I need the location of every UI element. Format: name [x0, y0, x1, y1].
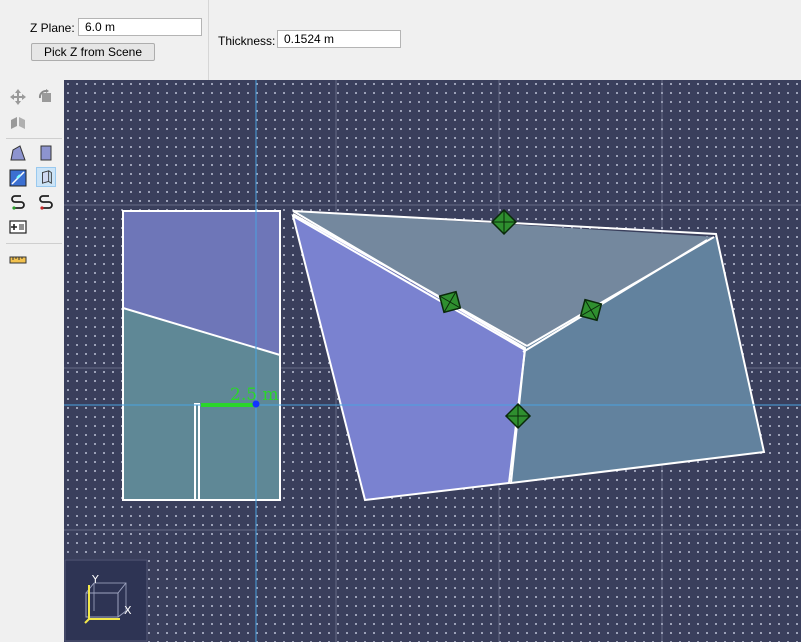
move-icon[interactable]: [8, 87, 28, 107]
axis-label-y: Y: [91, 573, 99, 586]
connect-icon[interactable]: [8, 192, 28, 212]
axis-triad: Y X: [64, 559, 148, 642]
3d-viewport[interactable]: 2.5 m Y X: [64, 80, 801, 642]
thickness-input[interactable]: 0.1524 m: [277, 30, 401, 48]
disconnect-icon[interactable]: [36, 192, 56, 212]
pick-z-button[interactable]: Pick Z from Scene: [31, 43, 155, 61]
tool-palette: [0, 80, 64, 642]
rotate-icon[interactable]: [36, 87, 56, 107]
measure-icon[interactable]: [8, 250, 28, 270]
draw-surface-icon[interactable]: [8, 143, 28, 163]
toolbar-separator: [6, 138, 62, 139]
dimension-label: 2.5 m: [230, 385, 279, 405]
zplane-label: Z Plane:: [30, 21, 75, 35]
extrude-icon[interactable]: [36, 167, 56, 187]
mirror-icon[interactable]: [8, 113, 28, 133]
split-icon[interactable]: [8, 168, 28, 188]
toolbar-separator: [6, 243, 62, 244]
thickness-label: Thickness:: [218, 34, 276, 48]
properties-panel: Z Plane: 6.0 m Pick Z from Scene Thickne…: [0, 0, 801, 80]
zplane-input[interactable]: 6.0 m: [78, 18, 202, 36]
add-space-icon[interactable]: [8, 217, 28, 237]
axis-label-x: X: [124, 604, 132, 617]
draw-wall-icon[interactable]: [36, 143, 56, 163]
panel-divider: [208, 0, 209, 80]
